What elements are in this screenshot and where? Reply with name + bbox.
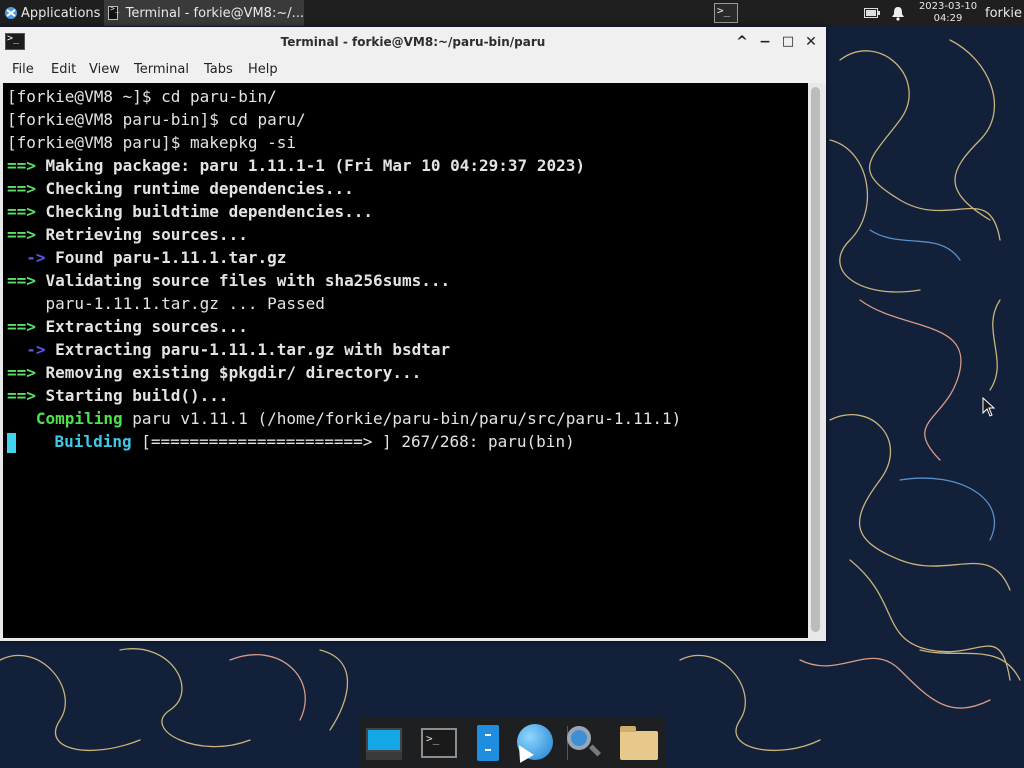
file-manager-icon — [477, 725, 499, 761]
close-button[interactable]: ✕ — [803, 33, 819, 51]
window-titlebar[interactable]: Terminal - forkie@VM8:~/paru-bin/paru ^ … — [0, 27, 826, 57]
top-panel: Applications Terminal - forkie@VM8:~/...… — [0, 0, 1024, 26]
shade-button[interactable]: ^ — [734, 33, 750, 51]
show-desktop-button[interactable] — [362, 722, 404, 764]
terminal-icon — [714, 3, 738, 23]
status-arrow: ==> — [7, 271, 36, 290]
terminal-line: ==> Validating source files with sha256s… — [7, 269, 808, 292]
status-arrow: ==> — [7, 363, 36, 382]
terminal-icon — [421, 728, 457, 758]
line-text: paru v1.11.1 (/home/forkie/paru-bin/paru… — [122, 409, 682, 428]
terminal-output[interactable]: [forkie@VM8 ~]$ cd paru-bin/ [forkie@VM8… — [3, 83, 808, 638]
line-text: Found paru-1.11.1.tar.gz — [45, 248, 287, 267]
taskbar-button-terminal[interactable]: Terminal - forkie@VM8:~/... — [104, 0, 304, 26]
line-text: Removing existing $pkgdir/ directory... — [35, 363, 422, 382]
terminal-icon — [108, 4, 119, 20]
menu-edit[interactable]: Edit — [51, 57, 76, 83]
line-text: Retrieving sources... — [35, 225, 248, 244]
menu-tabs[interactable]: Tabs — [204, 57, 233, 83]
xfce-logo-icon — [5, 7, 17, 19]
terminal-line: Building [======================> ] 267/… — [7, 430, 808, 453]
show-desktop-icon — [366, 728, 402, 752]
terminal-line: ==> Making package: paru 1.11.1-1 (Fri M… — [7, 154, 808, 177]
status-arrow: ==> — [7, 386, 36, 405]
clock-date: 2023-03-10 — [918, 1, 978, 12]
line-text: Checking runtime dependencies... — [35, 179, 354, 198]
status-arrow: ==> — [7, 317, 36, 336]
command: cd paru-bin/ — [161, 87, 277, 106]
status-arrow: ==> — [7, 225, 36, 244]
compiling-label: Compiling — [7, 409, 123, 428]
command: cd paru/ — [228, 110, 306, 129]
terminal-line: ==> Starting build()... — [7, 384, 808, 407]
battery-icon[interactable] — [862, 0, 882, 26]
window-title: Terminal - forkie@VM8:~/paru-bin/paru — [280, 35, 546, 49]
app-finder-dock-button[interactable] — [561, 722, 603, 764]
file-manager-dock-button[interactable] — [466, 722, 508, 764]
line-text: Checking buildtime dependencies... — [35, 202, 374, 221]
scrollbar-thumb[interactable] — [811, 87, 820, 632]
home-folder-dock-button[interactable] — [617, 722, 659, 764]
terminal-line: [forkie@VM8 paru-bin]$ cd paru/ — [7, 108, 808, 131]
terminal-line: -> Extracting paru-1.11.1.tar.gz with bs… — [7, 338, 808, 361]
clock[interactable]: 2023-03-10 04:29 — [918, 0, 978, 26]
building-label: Building — [54, 432, 132, 451]
terminal-dock-button[interactable] — [417, 722, 459, 764]
line-text: Making package: paru 1.11.1-1 (Fri Mar 1… — [35, 156, 585, 175]
terminal-line: -> Found paru-1.11.1.tar.gz — [7, 246, 808, 269]
line-text: Extracting paru-1.11.1.tar.gz with bsdta… — [45, 340, 451, 359]
menu-bar: File Edit View Terminal Tabs Help — [0, 57, 826, 83]
taskbar-button-label: Terminal - forkie@VM8:~/... — [125, 5, 304, 21]
menu-view[interactable]: View — [89, 57, 120, 83]
minimize-button[interactable]: − — [757, 33, 773, 51]
sub-arrow: -> — [7, 248, 46, 267]
terminal-line: ==> Removing existing $pkgdir/ directory… — [7, 361, 808, 384]
web-browser-dock-button[interactable] — [512, 722, 555, 764]
prompt: [forkie@VM8 paru]$ — [7, 133, 191, 152]
terminal-line: [forkie@VM8 ~]$ cd paru-bin/ — [7, 85, 808, 108]
status-arrow: ==> — [7, 202, 36, 221]
terminal-line: ==> Retrieving sources... — [7, 223, 808, 246]
terminal-line: ==> Checking runtime dependencies... — [7, 177, 808, 200]
line-text: Extracting sources... — [35, 317, 248, 336]
line-text: Starting build()... — [35, 386, 229, 405]
status-arrow: ==> — [7, 156, 36, 175]
terminal-line: Compiling paru v1.11.1 (/home/forkie/par… — [7, 407, 808, 430]
text-cursor — [7, 432, 16, 453]
status-arrow: ==> — [7, 179, 36, 198]
maximize-button[interactable]: □ — [780, 33, 796, 51]
user-menu[interactable]: forkie — [985, 0, 1024, 26]
terminal-line: ==> Extracting sources... — [7, 315, 808, 338]
folder-icon — [620, 726, 658, 760]
search-icon — [567, 726, 591, 750]
prompt: [forkie@VM8 paru-bin]$ — [7, 110, 229, 129]
build-progress: [======================> ] 267/268: paru… — [131, 432, 575, 451]
prompt: [forkie@VM8 ~]$ — [7, 87, 162, 106]
terminal-scrollbar[interactable] — [808, 83, 823, 638]
terminal-line: [forkie@VM8 paru]$ makepkg -si — [7, 131, 808, 154]
line-text: Validating source files with sha256sums.… — [35, 271, 451, 290]
terminal-line: paru-1.11.1.tar.gz ... Passed — [7, 292, 808, 315]
terminal-window: Terminal - forkie@VM8:~/paru-bin/paru ^ … — [0, 27, 826, 641]
command: makepkg -si — [190, 133, 296, 152]
terminal-line: ==> Checking buildtime dependencies... — [7, 200, 808, 223]
terminal-icon[interactable] — [5, 33, 25, 50]
sub-arrow: -> — [7, 340, 46, 359]
menu-terminal[interactable]: Terminal — [134, 57, 189, 83]
notification-bell-icon[interactable] — [888, 0, 908, 26]
line-text: paru-1.11.1.tar.gz ... Passed — [7, 294, 325, 313]
applications-menu-button[interactable]: Applications — [0, 0, 101, 26]
menu-help[interactable]: Help — [248, 57, 278, 83]
terminal-launcher-button[interactable] — [710, 0, 742, 26]
dock — [359, 718, 665, 768]
mouse-pointer-icon — [982, 397, 996, 417]
clock-time: 04:29 — [933, 13, 963, 24]
menu-file[interactable]: File — [12, 57, 34, 83]
applications-label: Applications — [21, 5, 101, 21]
